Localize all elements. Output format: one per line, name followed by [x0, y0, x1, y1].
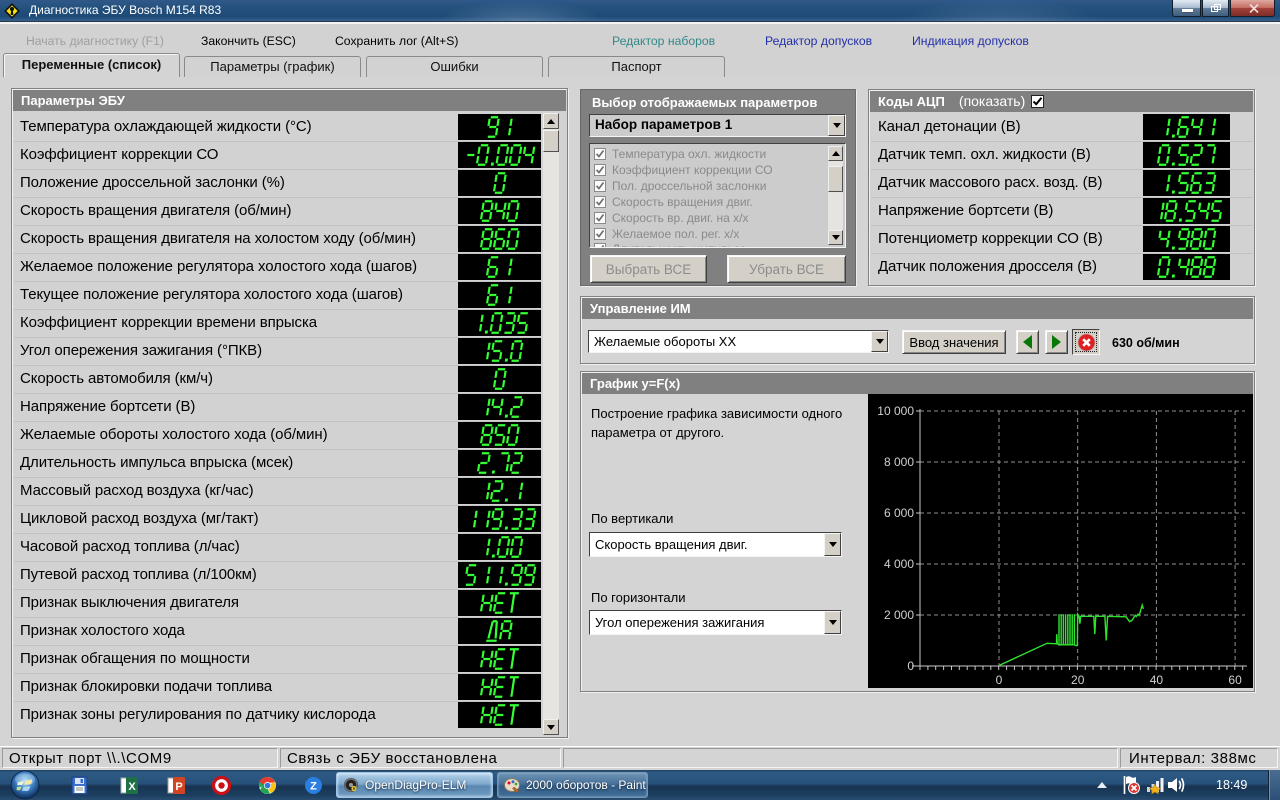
svg-text:20: 20 [1071, 673, 1085, 687]
svg-text:8 000: 8 000 [884, 455, 914, 469]
svg-text:X: X [128, 781, 136, 793]
svg-text:40: 40 [1150, 673, 1164, 687]
svg-text:0: 0 [996, 673, 1003, 687]
svg-text:10 000: 10 000 [877, 404, 914, 418]
svg-text:4 000: 4 000 [884, 557, 914, 571]
svg-text:P: P [175, 781, 182, 793]
svg-text:60: 60 [1228, 673, 1242, 687]
svg-text:Z: Z [310, 781, 317, 793]
svg-text:6 000: 6 000 [884, 506, 914, 520]
svg-text:0: 0 [907, 659, 914, 673]
svg-text:2 000: 2 000 [884, 608, 914, 622]
